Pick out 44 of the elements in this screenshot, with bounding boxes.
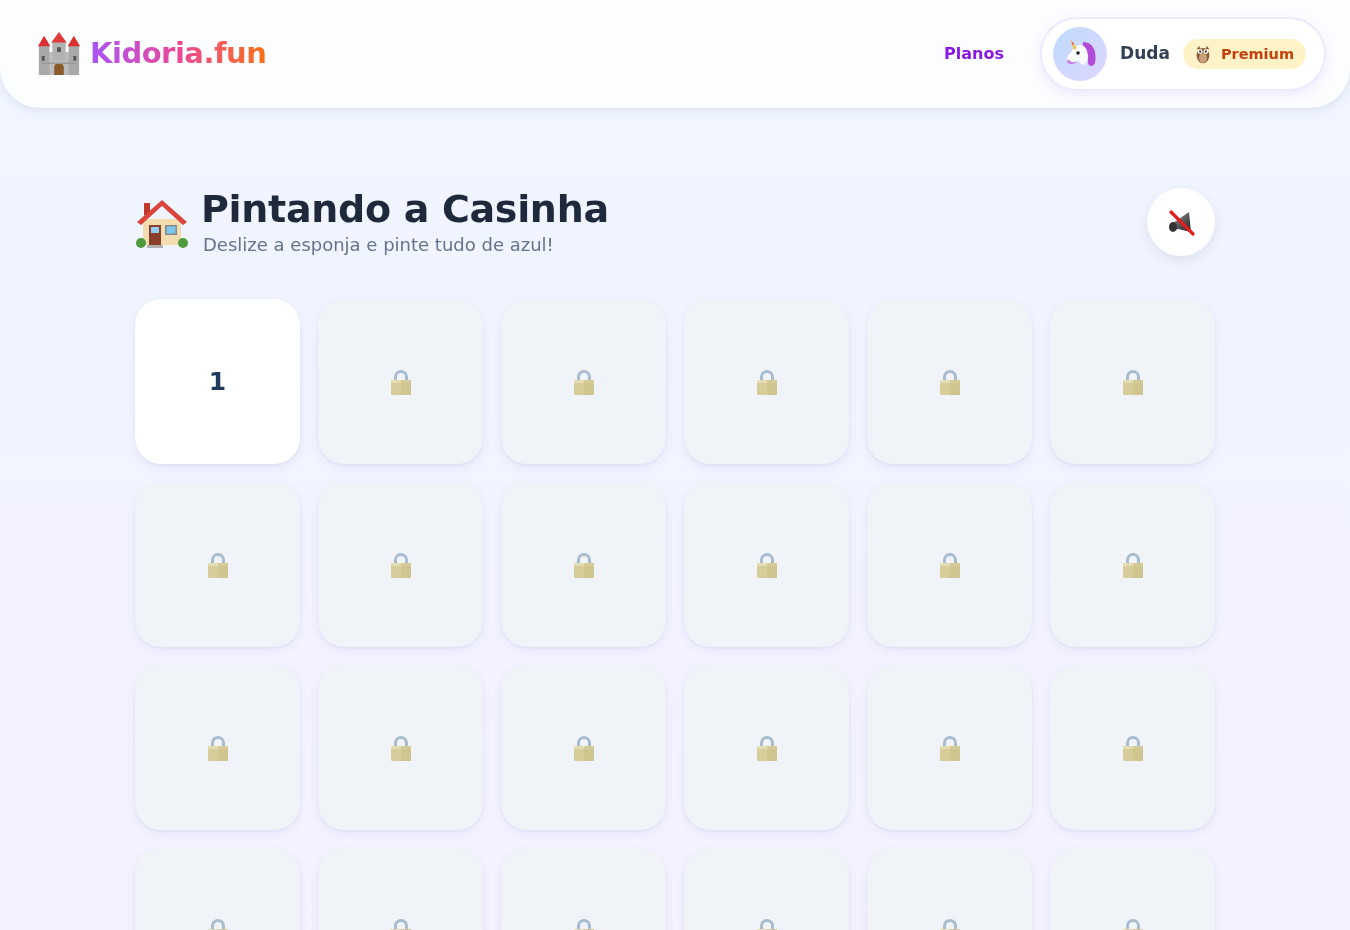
lock-icon [205,733,230,762]
lock-icon [571,550,596,579]
plan-name: Premium [1220,46,1294,62]
plans-link[interactable]: Planos [944,42,1004,66]
lock-icon [754,367,779,396]
locked-level-tile[interactable] [501,299,666,464]
lock-icon [388,733,413,762]
user-menu[interactable]: Duda Premium [1040,17,1326,91]
locked-level-tile[interactable] [684,482,849,647]
locked-level-tile[interactable] [501,665,666,830]
lock-icon [571,367,596,396]
locked-level-tile[interactable] [1050,665,1215,830]
castle-icon [36,31,82,77]
locked-level-tile[interactable] [501,482,666,647]
locked-level-tile[interactable] [684,299,849,464]
lock-icon [205,550,230,579]
locked-level-tile[interactable] [135,665,300,830]
page-title: Pintando a Casinha [201,188,609,233]
lock-icon [388,550,413,579]
locked-level-tile[interactable] [135,482,300,647]
locked-level-tile[interactable] [684,665,849,830]
unicorn-avatar-icon [1053,27,1107,81]
locked-level-tile[interactable] [867,482,1032,647]
lock-icon [571,733,596,762]
locked-level-tile[interactable] [318,299,483,464]
lock-icon [754,733,779,762]
lock-icon [937,550,962,579]
locked-level-tile[interactable] [867,299,1032,464]
lock-icon [937,367,962,396]
lock-icon [1120,367,1145,396]
lock-icon [754,550,779,579]
level-tile[interactable]: 1 [135,299,300,464]
owl-icon [1194,44,1211,64]
locked-level-tile[interactable] [318,482,483,647]
lock-icon [1120,733,1145,762]
page-subtitle: Deslize a esponja e pinte tudo de azul! [203,234,555,256]
locked-level-tile[interactable] [867,665,1032,830]
lock-icon [1120,550,1145,579]
locked-level-tile[interactable] [1050,299,1215,464]
lock-icon [937,733,962,762]
lock-icon [388,367,413,396]
locked-level-tile[interactable] [318,665,483,830]
user-name: Duda [1120,42,1170,66]
locked-level-tile[interactable] [1050,482,1215,647]
